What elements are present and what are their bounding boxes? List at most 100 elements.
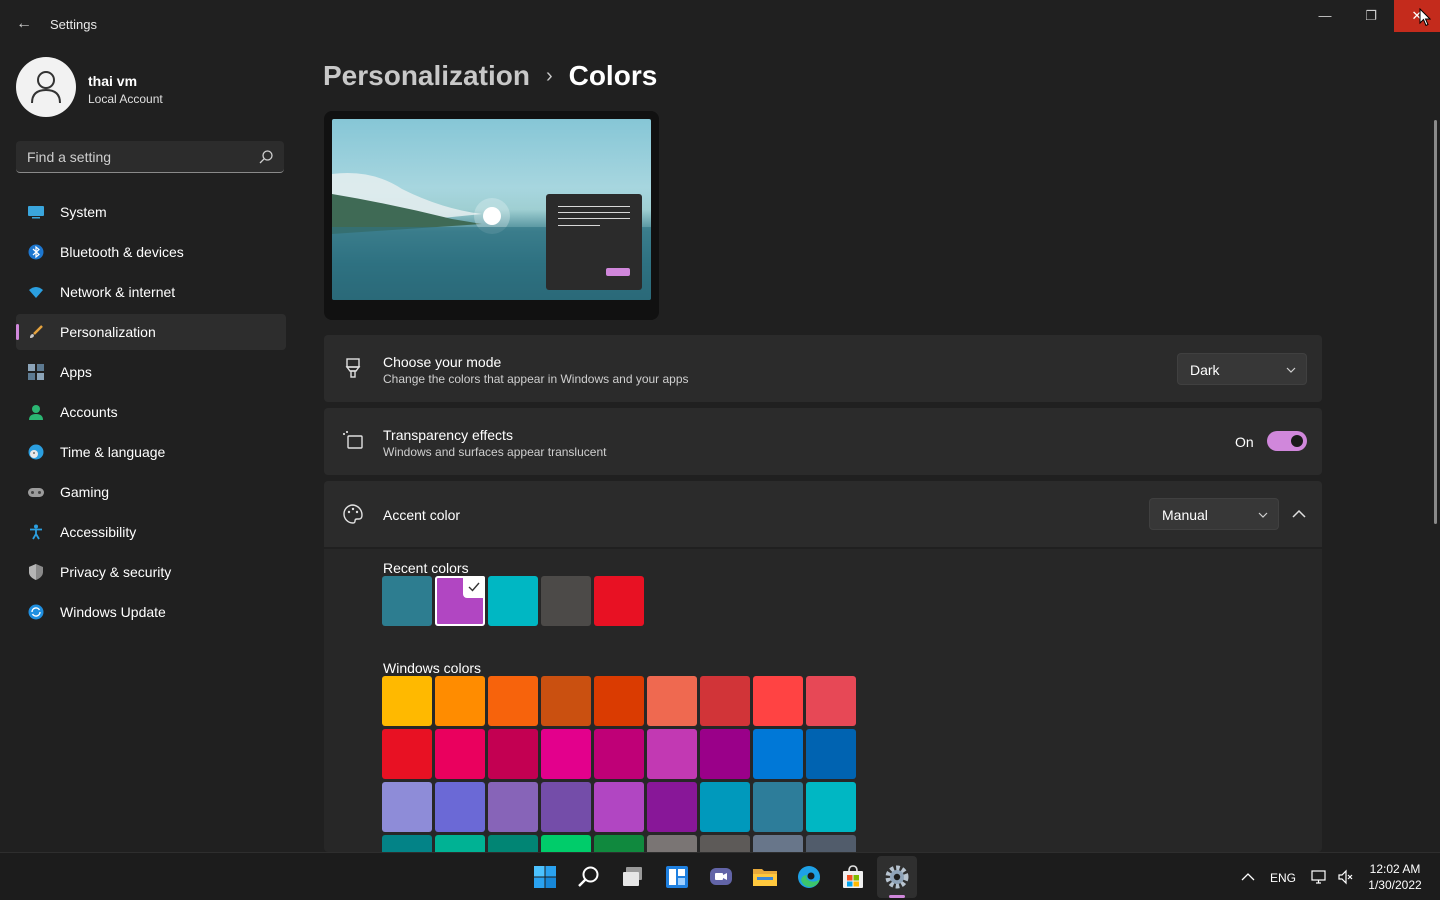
recent-colors-row [382, 576, 647, 626]
sidebar-item-accessibility[interactable]: Accessibility [16, 514, 286, 550]
edge-icon[interactable] [795, 863, 823, 891]
sidebar-item-privacy[interactable]: Privacy & security [16, 554, 286, 590]
windows-color-swatch[interactable] [700, 782, 750, 832]
accent-dropdown[interactable]: Manual [1149, 498, 1279, 530]
recent-color-swatch[interactable] [435, 576, 485, 626]
windows-color-swatch[interactable] [488, 729, 538, 779]
windows-color-swatch[interactable] [647, 676, 697, 726]
chevron-up-icon[interactable] [1285, 500, 1313, 528]
task-view-icon[interactable] [619, 863, 647, 891]
windows-color-swatch[interactable] [647, 729, 697, 779]
sidebar-item-accounts[interactable]: Accounts [16, 394, 286, 430]
windows-color-swatch[interactable] [488, 782, 538, 832]
sidebar-item-label: Network & internet [60, 284, 176, 300]
close-button[interactable]: ✕ [1394, 0, 1440, 32]
breadcrumb-parent[interactable]: Personalization [323, 60, 530, 92]
transparency-toggle[interactable] [1267, 431, 1307, 451]
widgets-icon[interactable] [663, 863, 691, 891]
windows-color-swatch[interactable] [753, 676, 803, 726]
windows-colors-grid [382, 676, 859, 852]
toggle-knob [1291, 435, 1303, 447]
maximize-button[interactable]: ❐ [1348, 0, 1394, 32]
shield-icon [29, 564, 43, 580]
windows-color-swatch[interactable] [806, 782, 856, 832]
windows-color-swatch[interactable] [594, 729, 644, 779]
recent-color-swatch[interactable] [594, 576, 644, 626]
back-button[interactable]: ← [10, 12, 38, 36]
sidebar-item-personalization[interactable]: Personalization [16, 314, 286, 350]
taskbar-running-indicator [889, 895, 905, 898]
windows-color-swatch[interactable] [382, 729, 432, 779]
windows-color-swatch[interactable] [541, 782, 591, 832]
search-box[interactable] [16, 141, 284, 173]
sidebar-item-windows-update[interactable]: Windows Update [16, 594, 286, 630]
windows-color-swatch[interactable] [594, 782, 644, 832]
clock[interactable]: 12:02 AM 1/30/2022 [1360, 861, 1430, 893]
windows-color-swatch[interactable] [382, 676, 432, 726]
recent-colors-label: Recent colors [383, 560, 469, 576]
file-explorer-icon[interactable] [751, 863, 779, 891]
store-icon[interactable] [839, 863, 867, 891]
user-profile[interactable]: thai vm Local Account [16, 57, 286, 117]
mode-dropdown-value: Dark [1190, 362, 1220, 378]
windows-color-swatch[interactable] [382, 782, 432, 832]
title-bar: ← Settings — ❐ ✕ [0, 0, 1440, 48]
input-language[interactable]: ENG [1270, 871, 1296, 885]
windows-color-swatch[interactable] [435, 729, 485, 779]
windows-color-swatch[interactable] [435, 676, 485, 726]
search-icon[interactable] [575, 863, 603, 891]
network-icon[interactable] [1311, 869, 1327, 885]
windows-color-swatch[interactable] [753, 782, 803, 832]
windows-color-swatch[interactable] [594, 676, 644, 726]
sidebar-item-label: Bluetooth & devices [60, 244, 184, 260]
windows-color-swatch[interactable] [488, 835, 538, 852]
show-hidden-icons-icon[interactable] [1240, 869, 1256, 885]
windows-color-swatch[interactable] [753, 729, 803, 779]
windows-color-swatch[interactable] [541, 676, 591, 726]
search-icon[interactable] [258, 149, 274, 165]
sidebar-item-time-language[interactable]: Time & language [16, 434, 286, 470]
windows-color-swatch[interactable] [806, 729, 856, 779]
theme-preview [324, 111, 659, 320]
windows-color-swatch[interactable] [435, 835, 485, 852]
user-name: thai vm [88, 73, 138, 89]
chat-icon[interactable] [707, 863, 735, 891]
sidebar-item-label: Personalization [60, 324, 156, 340]
windows-color-swatch[interactable] [488, 676, 538, 726]
windows-color-swatch[interactable] [806, 835, 856, 852]
windows-color-swatch[interactable] [594, 835, 644, 852]
accounts-icon [29, 405, 43, 420]
windows-color-swatch[interactable] [435, 782, 485, 832]
windows-color-swatch[interactable] [541, 835, 591, 852]
minimize-button[interactable]: — [1302, 0, 1348, 32]
windows-color-swatch[interactable] [700, 835, 750, 852]
volume-muted-icon[interactable] [1337, 869, 1353, 885]
windows-colors-row [382, 676, 859, 726]
windows-color-swatch[interactable] [541, 729, 591, 779]
windows-color-swatch[interactable] [700, 729, 750, 779]
windows-color-swatch[interactable] [753, 835, 803, 852]
settings-icon[interactable] [883, 863, 911, 891]
windows-color-swatch[interactable] [647, 835, 697, 852]
windows-color-swatch[interactable] [382, 835, 432, 852]
recent-color-swatch[interactable] [541, 576, 591, 626]
recent-color-swatch[interactable] [382, 576, 432, 626]
preview-accent-button [606, 268, 630, 276]
recent-color-swatch[interactable] [488, 576, 538, 626]
mode-dropdown[interactable]: Dark [1177, 353, 1307, 385]
user-icon [31, 71, 61, 104]
sidebar-item-system[interactable]: System [16, 194, 286, 230]
start-icon[interactable] [531, 863, 559, 891]
preview-line [558, 212, 630, 213]
search-input[interactable] [16, 141, 246, 172]
sidebar-item-gaming[interactable]: Gaming [16, 474, 286, 510]
system-icon [28, 206, 44, 219]
sidebar-item-network[interactable]: Network & internet [16, 274, 286, 310]
update-icon [28, 604, 44, 620]
sidebar-item-apps[interactable]: Apps [16, 354, 286, 390]
windows-color-swatch[interactable] [647, 782, 697, 832]
windows-color-swatch[interactable] [700, 676, 750, 726]
sidebar-item-bluetooth[interactable]: Bluetooth & devices [16, 234, 286, 270]
windows-color-swatch[interactable] [806, 676, 856, 726]
scrollbar[interactable] [1434, 120, 1437, 524]
